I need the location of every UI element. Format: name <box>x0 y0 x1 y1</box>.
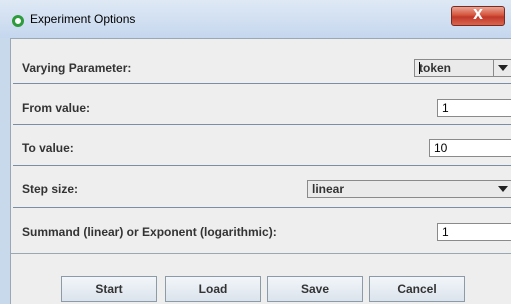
summand-label: Summand (linear) or Exponent (logarithmi… <box>22 225 277 239</box>
step-size-value: linear <box>312 182 345 196</box>
to-value-input[interactable]: 10 <box>429 139 511 157</box>
options-panel: Varying Parameter: token From value: 1 T… <box>10 38 511 254</box>
close-button[interactable]: X <box>451 6 505 26</box>
start-button[interactable]: Start <box>61 276 157 302</box>
to-value-row: To value: 10 <box>11 125 511 165</box>
to-value-label: To value: <box>22 141 74 155</box>
varying-parameter-row: Varying Parameter: token <box>11 39 511 83</box>
title-bar[interactable]: Experiment Options X <box>0 0 511 38</box>
summand-row: Summand (linear) or Exponent (logarithmi… <box>11 208 511 254</box>
varying-parameter-label: Varying Parameter: <box>22 61 132 75</box>
window-title: Experiment Options <box>30 12 136 26</box>
experiment-options-window: Experiment Options X Varying Parameter: … <box>0 0 511 304</box>
from-value-input[interactable]: 1 <box>437 99 511 117</box>
chevron-down-icon[interactable] <box>498 65 508 71</box>
summand-input[interactable]: 1 <box>437 223 511 241</box>
from-value-row: From value: 1 <box>11 84 511 124</box>
load-button[interactable]: Load <box>165 276 261 302</box>
cancel-button[interactable]: Cancel <box>369 276 465 302</box>
save-button[interactable]: Save <box>267 276 363 302</box>
varying-parameter-value: token <box>419 61 452 75</box>
dropdown-divider <box>493 60 494 76</box>
from-value-label: From value: <box>22 101 91 115</box>
step-size-label: Step size: <box>22 182 79 196</box>
varying-parameter-select[interactable]: token <box>414 59 511 77</box>
step-size-row: Step size: linear <box>11 166 511 206</box>
text-cursor <box>419 62 420 74</box>
chevron-down-icon[interactable] <box>498 186 508 192</box>
app-icon <box>12 15 24 27</box>
button-bar: Start Load Save Cancel <box>10 254 511 304</box>
close-icon: X <box>472 8 484 23</box>
step-size-select[interactable]: linear <box>307 180 511 198</box>
